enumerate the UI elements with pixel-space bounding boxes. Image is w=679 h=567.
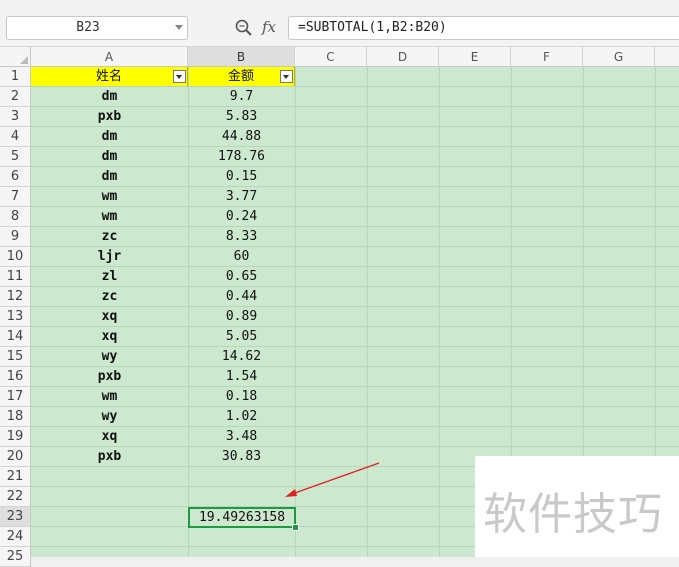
row-header[interactable]: 2 [0,87,31,107]
amount-cell[interactable]: 5.83 [188,107,295,127]
amount-cell[interactable]: 0.18 [188,387,295,407]
row-header[interactable]: 1 [0,67,31,87]
name-cell[interactable]: dm [31,127,188,147]
name-cell[interactable]: dm [31,167,188,187]
formula-text: =SUBTOTAL(1,B2:B20) [298,20,447,35]
name-cell[interactable]: wy [31,407,188,427]
amount-cell[interactable]: 3.48 [188,427,295,447]
chevron-down-icon[interactable] [175,25,183,30]
column-header-f[interactable]: F [511,47,583,67]
name-cell[interactable]: pxb [31,367,188,387]
amount-cell[interactable]: 0.44 [188,287,295,307]
amount-cell[interactable]: 0.15 [188,167,295,187]
name-cell[interactable]: dm [31,147,188,167]
row-header[interactable]: 3 [0,107,31,127]
row-header[interactable]: 11 [0,267,31,287]
amount-cell[interactable]: 0.65 [188,267,295,287]
row-header[interactable]: 13 [0,307,31,327]
name-cell[interactable]: xq [31,307,188,327]
filter-dropdown-icon[interactable] [173,70,186,83]
name-cell[interactable]: wm [31,387,188,407]
fill-handle[interactable] [292,524,299,531]
name-box-value: B23 [76,20,100,35]
header-cell-name[interactable]: 姓名 [31,67,188,87]
row-header[interactable]: 9 [0,227,31,247]
column-header-d[interactable]: D [367,47,439,67]
active-cell-b23[interactable]: 19.49263158 [188,507,296,528]
column-header-g[interactable]: G [583,47,655,67]
row-header[interactable]: 15 [0,347,31,367]
grid-line [439,67,440,557]
name-box[interactable]: B23 [6,16,188,40]
amount-cell[interactable]: 30.83 [188,447,295,467]
formula-bar: B23 fx =SUBTOTAL(1,B2:B20) [0,0,679,47]
name-cell[interactable]: ljr [31,247,188,267]
watermark-overlay: 软件技巧 [475,456,679,557]
row-header[interactable]: 17 [0,387,31,407]
row-header[interactable]: 25 [0,547,31,567]
amount-cell[interactable]: 44.88 [188,127,295,147]
row-header[interactable]: 4 [0,127,31,147]
amount-cell[interactable]: 178.76 [188,147,295,167]
column-header-c[interactable]: C [295,47,367,67]
row-header[interactable]: 20 [0,447,31,467]
row-header[interactable]: 21 [0,467,31,487]
amount-cell[interactable]: 1.54 [188,367,295,387]
column-header-a[interactable]: A [31,47,188,67]
amount-cell[interactable]: 60 [188,247,295,267]
amount-cell[interactable]: 14.62 [188,347,295,367]
name-cell[interactable]: dm [31,87,188,107]
name-cell[interactable]: pxb [31,447,188,467]
name-cell[interactable]: zl [31,267,188,287]
zoom-icon[interactable] [234,18,254,38]
amount-cell[interactable]: 5.05 [188,327,295,347]
row-header[interactable]: 22 [0,487,31,507]
row-header[interactable]: 24 [0,527,31,547]
select-all-corner[interactable] [0,47,31,67]
amount-cell[interactable]: 9.7 [188,87,295,107]
name-cell[interactable]: wm [31,187,188,207]
amount-cell[interactable]: 3.77 [188,187,295,207]
row-header[interactable]: 23 [0,507,31,527]
row-header[interactable]: 5 [0,147,31,167]
column-header-e[interactable]: E [439,47,511,67]
header-cell-amount[interactable]: 金额 [188,67,295,87]
row-header[interactable]: 10 [0,247,31,267]
column-header-b[interactable]: B [188,47,295,67]
row-header[interactable]: 7 [0,187,31,207]
column-header-h[interactable] [655,47,679,67]
filter-dropdown-icon[interactable] [280,70,293,83]
name-cell[interactable]: wm [31,207,188,227]
row-header[interactable]: 19 [0,427,31,447]
row-header[interactable]: 14 [0,327,31,347]
row-header[interactable]: 12 [0,287,31,307]
header-name-label: 姓名 [95,69,122,84]
row-header[interactable]: 18 [0,407,31,427]
formula-input[interactable]: =SUBTOTAL(1,B2:B20) [288,16,679,40]
amount-cell[interactable]: 0.89 [188,307,295,327]
name-cell[interactable]: pxb [31,107,188,127]
row-header[interactable]: 6 [0,167,31,187]
fx-icon[interactable]: fx [262,16,276,38]
name-cell[interactable]: xq [31,427,188,447]
amount-cell[interactable]: 0.24 [188,207,295,227]
row-header[interactable]: 16 [0,367,31,387]
amount-cell[interactable]: 1.02 [188,407,295,427]
watermark-text: 软件技巧 [483,489,663,540]
row-header[interactable]: 8 [0,207,31,227]
amount-cell[interactable]: 8.33 [188,227,295,247]
name-cell[interactable]: wy [31,347,188,367]
annotation-arrow-icon [285,462,380,497]
name-cell[interactable]: xq [31,327,188,347]
name-cell[interactable]: zc [31,287,188,307]
name-cell[interactable]: zc [31,227,188,247]
header-amount-label: 金额 [227,69,254,84]
